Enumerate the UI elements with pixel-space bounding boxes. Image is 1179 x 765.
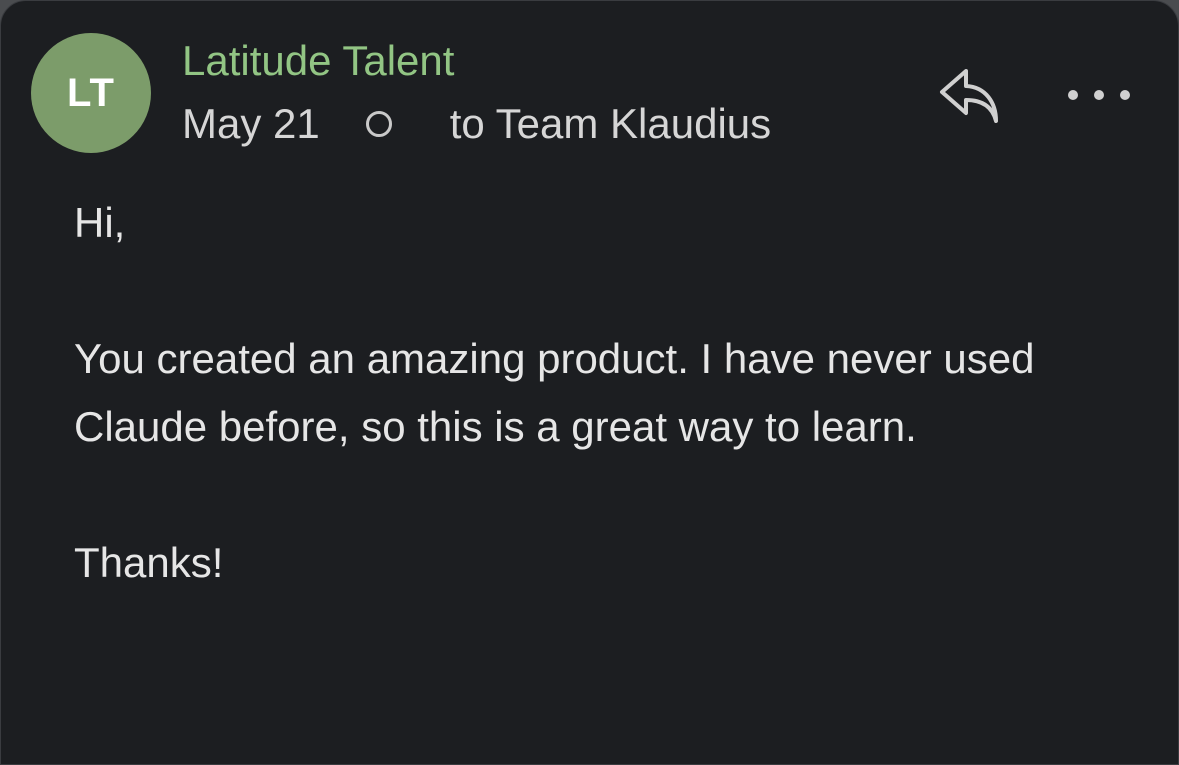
reply-button[interactable]: [931, 63, 1005, 127]
avatar-initials: LT: [67, 70, 115, 115]
body-paragraph: Hi,: [74, 199, 126, 246]
unread-status-icon[interactable]: [365, 111, 392, 137]
more-options-button[interactable]: [1061, 73, 1137, 117]
recipient-label[interactable]: to Team Klaudius: [450, 100, 771, 148]
message-body: Hi, You created an amazing product. I ha…: [74, 189, 1134, 597]
message-date: May 21: [182, 100, 320, 147]
more-options-icon: [1068, 90, 1130, 100]
sender-avatar[interactable]: LT: [31, 33, 151, 153]
body-paragraph: Thanks!: [74, 539, 224, 586]
email-message-card: LT Latitude Talent May 21 to Team Klaudi…: [0, 0, 1179, 765]
sender-name[interactable]: Latitude Talent: [182, 37, 454, 85]
message-meta: May 21 to Team Klaudius: [182, 99, 771, 149]
body-paragraph: You created an amazing product. I have n…: [74, 335, 1035, 450]
reply-icon: [940, 69, 998, 123]
